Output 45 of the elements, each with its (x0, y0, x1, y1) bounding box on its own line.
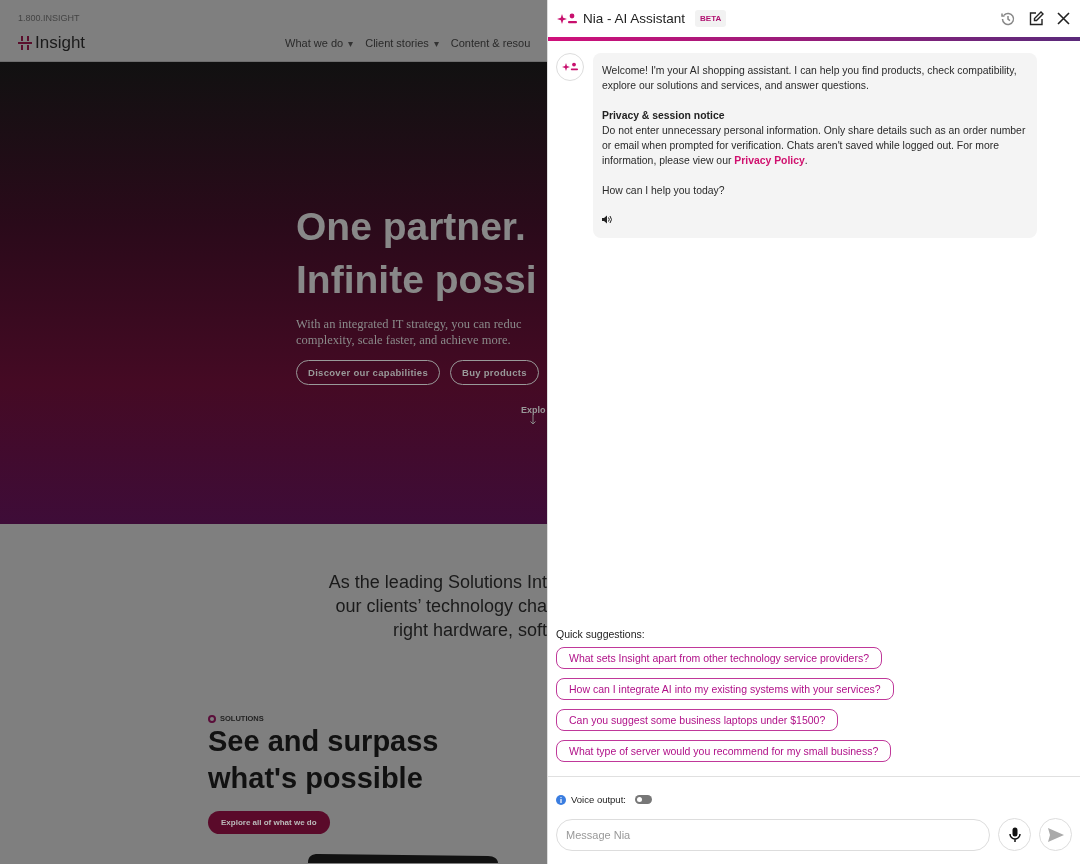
section-title: what's possible (208, 761, 424, 796)
explore-button[interactable]: Explore all of what we do (208, 811, 330, 834)
hero-title: Infinite possi (296, 257, 538, 303)
notice-title: Privacy & session notice (602, 109, 726, 123)
microphone-icon (1008, 826, 1021, 843)
notice-text: Do not enter unnecessary personal information. Only share details such as an order number or email when prompted for verification. Chats aren't saved while logged out. For more information, please view our Privacy Policy. (602, 124, 1027, 168)
scroll-hint[interactable]: Explo (521, 405, 546, 415)
beta-badge: BETA (695, 10, 727, 27)
suggestion-chip[interactable]: What sets Insight apart from other technology service providers? (556, 647, 882, 669)
hero-title: One partner. (296, 204, 527, 250)
voice-output-label: Voice output: (571, 794, 626, 805)
hero-text: With an integrated IT strategy, you can reduc (296, 316, 523, 332)
panel-title: Nia - AI Assistant (583, 11, 686, 26)
suggestion-chip[interactable]: How can I integrate AI into my existing systems with your services? (556, 678, 894, 700)
assistant-icon (557, 12, 577, 25)
logo-icon (18, 36, 32, 50)
insight-logo[interactable]: Insight (18, 33, 86, 53)
speaker-icon[interactable] (602, 215, 612, 224)
hero-text: complexity, scale faster, and achieve more. (296, 332, 512, 348)
nav-item[interactable]: Content & resou (450, 37, 531, 49)
message-field[interactable]: Message Nia (556, 818, 990, 851)
caret-icon: ▾ (433, 37, 439, 49)
intro-text: our clients’ technology cha (334, 595, 547, 618)
voice-toggle[interactable] (634, 795, 652, 804)
edit-icon[interactable] (1029, 11, 1044, 26)
suggestion-chip[interactable]: What type of server would you recommend for my small business? (556, 740, 892, 762)
circle-icon (208, 714, 216, 723)
caret-icon: ▾ (348, 37, 354, 49)
send-icon (1047, 827, 1064, 842)
section-title: See and surpass (208, 724, 440, 759)
info-icon[interactable] (556, 794, 566, 805)
down-arrow-icon (530, 415, 537, 425)
suggestions-label: Quick suggestions: (556, 628, 645, 640)
intro-text: right hardware, soft (391, 619, 547, 642)
message-text: How can I help you today? (602, 184, 726, 198)
microphone-button[interactable] (998, 818, 1031, 851)
suggestion-chip[interactable]: Can you suggest some business laptops under $1500? (556, 709, 839, 731)
close-icon[interactable] (1057, 12, 1070, 25)
nav-item[interactable]: Client stories ▾ (365, 37, 439, 49)
history-icon[interactable] (1000, 10, 1016, 27)
logo-text: Insight (35, 33, 86, 53)
intro-text: As the leading Solutions Int (327, 571, 547, 594)
nav-item[interactable]: What we do ▾ (285, 37, 354, 49)
privacy-link[interactable]: Privacy Policy (734, 155, 805, 166)
message-text: Welcome! I'm your AI shopping assistant. I can help you find products, check compatibility, explore our solutions and services, and answer questions. (602, 64, 1018, 93)
